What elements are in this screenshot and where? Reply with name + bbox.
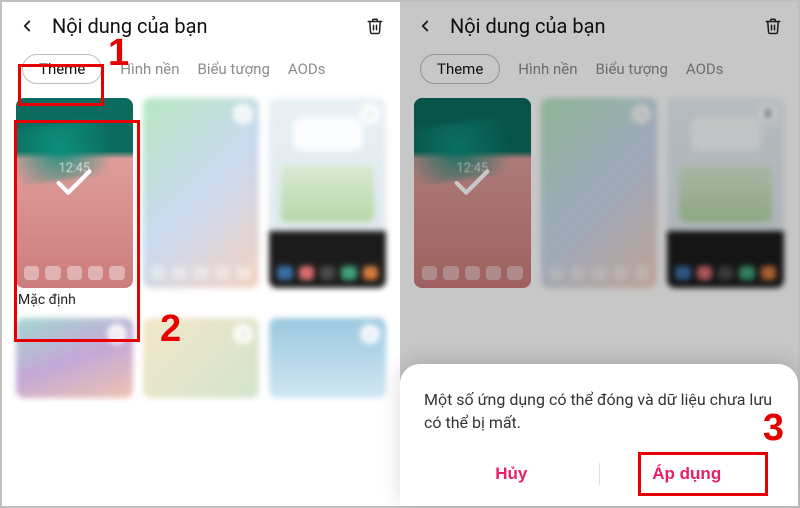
download-icon: ◌ (233, 324, 253, 344)
download-icon: ◌ (360, 324, 380, 344)
header: Nội dung của bạn (2, 2, 400, 42)
tab-icons[interactable]: Biểu tượng (197, 60, 269, 78)
annotation-2: 2 (160, 308, 181, 351)
tab-wallpaper[interactable]: Hình nền (120, 60, 179, 78)
theme-item[interactable]: ◌ (143, 98, 260, 288)
highlight-box-3 (638, 452, 768, 496)
back-button[interactable] (16, 15, 38, 37)
annotation-1: 1 (108, 32, 129, 75)
tab-aods[interactable]: AODs (288, 60, 326, 78)
page-title: Nội dung của bạn (52, 14, 350, 38)
annotation-3: 3 (763, 407, 784, 450)
download-icon: ◌ (360, 104, 380, 124)
delete-button[interactable] (364, 15, 386, 37)
cancel-button[interactable]: Hủy (424, 456, 599, 492)
highlight-box-1 (18, 64, 104, 106)
download-icon: ◌ (233, 104, 253, 124)
dialog-message: Một số ứng dụng có thể đóng và dữ liệu c… (424, 388, 774, 434)
theme-item[interactable]: ◌ (269, 98, 386, 288)
theme-label (269, 292, 386, 308)
theme-item[interactable]: ◌ (269, 318, 386, 398)
right-screenshot: Nội dung của bạn Theme Hình nền Biểu tượ… (400, 2, 798, 506)
highlight-box-2 (14, 120, 140, 342)
left-screenshot: Nội dung của bạn Theme Hình nền Biểu tượ… (2, 2, 400, 506)
theme-label (143, 292, 260, 308)
